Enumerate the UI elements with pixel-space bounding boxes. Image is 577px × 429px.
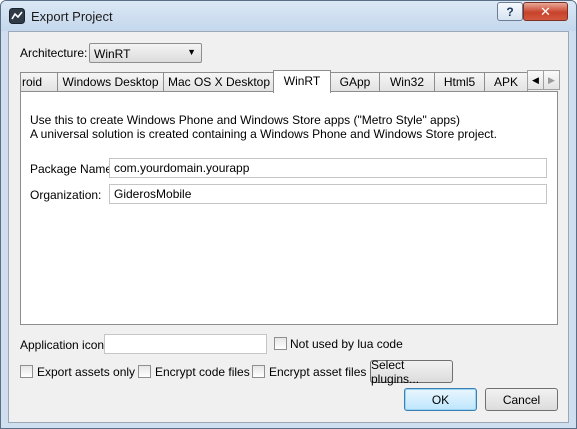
package-name-input[interactable] — [110, 159, 546, 177]
tab-html5[interactable]: Html5 — [434, 72, 485, 92]
package-name-field[interactable] — [109, 158, 547, 178]
export-assets-only-label: Export assets only — [37, 365, 136, 379]
panel-description-line2: A universal solution is created containi… — [30, 127, 497, 141]
chevron-down-icon: ▼ — [187, 47, 196, 57]
not-used-by-lua-label: Not used by lua code — [290, 337, 403, 351]
tab-windows-desktop[interactable]: Windows Desktop — [57, 72, 164, 92]
title-bar[interactable]: Export Project ? ✕ — [1, 1, 576, 31]
winrt-tab-panel: Use this to create Windows Phone and Win… — [20, 91, 558, 325]
chevron-right-icon: ▶ — [548, 74, 555, 85]
tab-mac-os-x-desktop[interactable]: Mac OS X Desktop — [163, 72, 275, 92]
organization-input[interactable] — [110, 185, 546, 203]
tab-apk[interactable]: APK — [484, 72, 528, 92]
dialog-client-area: Architecture: WinRT ▼ roid Windows Deskt… — [8, 31, 569, 423]
panel-description-line1: Use this to create Windows Phone and Win… — [30, 113, 461, 127]
package-name-label: Package Name: — [30, 162, 116, 176]
export-project-dialog: Export Project ? ✕ Architecture: WinRT ▼… — [0, 0, 577, 429]
cancel-button[interactable]: Cancel — [485, 388, 558, 411]
application-icon-input[interactable] — [105, 335, 266, 353]
architecture-selected-value: WinRT — [94, 47, 131, 61]
tab-win32[interactable]: Win32 — [379, 72, 435, 92]
help-button[interactable]: ? — [497, 2, 523, 21]
application-icon-field[interactable] — [104, 334, 267, 354]
ok-button[interactable]: OK — [404, 388, 477, 411]
tab-android[interactable]: roid — [20, 72, 58, 92]
encrypt-asset-files-label: Encrypt asset files — [269, 365, 367, 379]
platform-tab-bar: roid Windows Desktop Mac OS X Desktop Wi… — [20, 70, 560, 93]
tab-scroll-right-button[interactable]: ▶ — [543, 70, 560, 90]
window-title: Export Project — [31, 9, 113, 24]
close-icon: ✕ — [540, 3, 551, 19]
help-icon: ? — [506, 4, 514, 19]
close-button[interactable]: ✕ — [523, 2, 568, 21]
tab-scroll-left-button[interactable]: ◀ — [527, 70, 544, 90]
chevron-left-icon: ◀ — [532, 74, 539, 85]
not-used-by-lua-checkbox[interactable] — [274, 337, 287, 350]
export-assets-only-checkbox[interactable] — [20, 365, 33, 378]
select-plugins-button[interactable]: Select plugins... — [370, 358, 453, 386]
application-icon-label: Application icon: — [20, 338, 108, 352]
architecture-label: Architecture: — [20, 46, 88, 60]
encrypt-asset-files-checkbox[interactable] — [252, 365, 265, 378]
gideros-app-icon — [9, 8, 25, 24]
encrypt-code-files-label: Encrypt code files — [155, 365, 250, 379]
tab-winrt[interactable]: WinRT — [273, 70, 331, 93]
architecture-select[interactable]: WinRT ▼ — [89, 43, 202, 63]
tab-gapp[interactable]: GApp — [330, 72, 380, 92]
organization-label: Organization: — [30, 188, 102, 202]
encrypt-code-files-checkbox[interactable] — [138, 365, 151, 378]
organization-field[interactable] — [109, 184, 547, 204]
